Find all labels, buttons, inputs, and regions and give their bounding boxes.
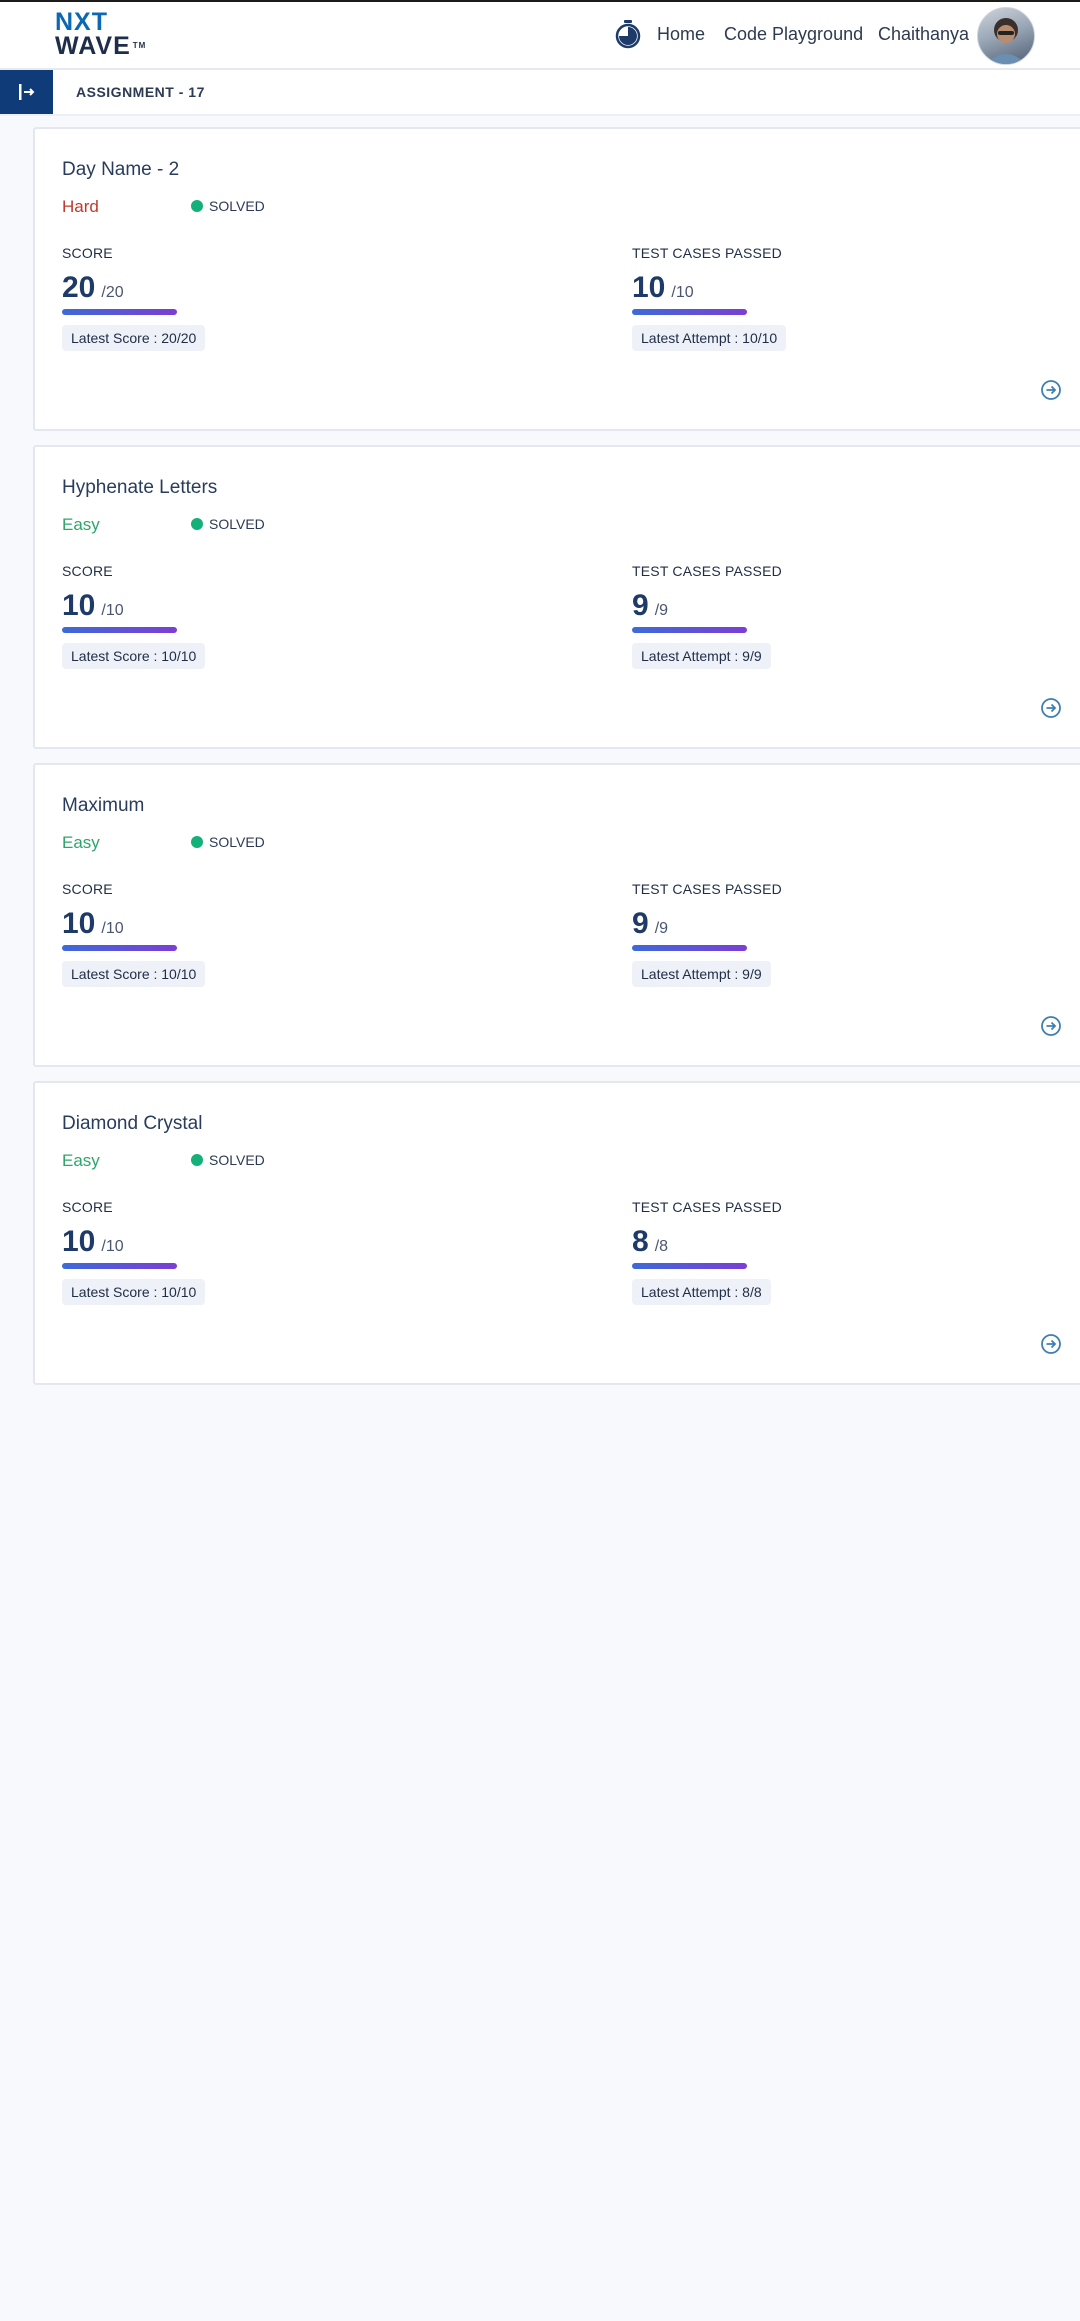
score-total: /10 [101, 602, 124, 619]
latest-attempt-chip: Latest Attempt : 9/9 [632, 643, 771, 669]
question-title: Hyphenate Letters [62, 477, 218, 498]
question-title: Maximum [62, 795, 145, 816]
score-metric: SCORE 10/10 Latest Score : 10/10 [62, 881, 362, 991]
status-text: SOLVED [209, 1152, 265, 1168]
score-total: /10 [101, 1238, 124, 1255]
question-title: Day Name - 2 [62, 159, 180, 180]
test-cases-progress-bar [632, 309, 747, 315]
status-badge: SOLVED [191, 1152, 265, 1168]
score-progress-bar [62, 1263, 177, 1269]
sidebar-toggle-icon [18, 84, 34, 100]
timer-icon[interactable] [614, 19, 642, 49]
score-label: SCORE [62, 881, 113, 897]
difficulty-label: Hard [62, 197, 99, 216]
score-value-row: 20/20 [62, 271, 362, 307]
test-cases-value-row: 8/8 [632, 1225, 932, 1261]
difficulty-label: Easy [62, 515, 100, 534]
nav-link-home[interactable]: Home [657, 24, 705, 45]
nav-user-name[interactable]: Chaithanya [878, 24, 969, 45]
test-cases-value: 9 [632, 907, 649, 940]
logo-text-nxt: NXT [55, 8, 108, 36]
arrow-right-circle-icon[interactable] [1040, 1333, 1062, 1355]
status-text: SOLVED [209, 198, 265, 214]
test-cases-metric: TEST CASES PASSED 10/10 Latest Attempt :… [632, 245, 932, 355]
status-text: SOLVED [209, 516, 265, 532]
score-metric: SCORE 20/20 Latest Score : 20/20 [62, 245, 362, 355]
nav-link-code-playground[interactable]: Code Playground [724, 24, 863, 45]
arrow-right-circle-icon[interactable] [1040, 379, 1062, 401]
latest-attempt-chip: Latest Attempt : 10/10 [632, 325, 787, 351]
test-cases-label: TEST CASES PASSED [632, 1199, 782, 1215]
score-value: 10 [62, 589, 96, 622]
latest-score-chip: Latest Score : 10/10 [62, 961, 206, 987]
status-text: SOLVED [209, 834, 265, 850]
latest-score-chip: Latest Score : 10/10 [62, 643, 206, 669]
score-total: /10 [101, 920, 124, 937]
assignment-header-bar: ASSIGNMENT - 17 [0, 70, 1080, 116]
sidebar-toggle-button[interactable] [0, 70, 53, 114]
question-card[interactable]: Diamond Crystal Easy SOLVED SCORE 10/10 … [33, 1081, 1080, 1385]
status-dot-icon [191, 1154, 203, 1166]
test-cases-metric: TEST CASES PASSED 9/9 Latest Attempt : 9… [632, 881, 932, 991]
test-cases-value-row: 10/10 [632, 271, 932, 307]
score-label: SCORE [62, 563, 113, 579]
assignment-title: ASSIGNMENT - 17 [76, 84, 205, 100]
difficulty-label: Easy [62, 1151, 100, 1170]
score-value: 20 [62, 271, 96, 304]
test-cases-total: /9 [654, 920, 669, 937]
score-progress-bar [62, 945, 177, 951]
score-progress-bar [62, 309, 177, 315]
logo-text-wave: WAVE [55, 32, 131, 60]
latest-score-chip: Latest Score : 10/10 [62, 1279, 206, 1305]
test-cases-label: TEST CASES PASSED [632, 245, 782, 261]
latest-score-chip: Latest Score : 20/20 [62, 325, 206, 351]
status-badge: SOLVED [191, 198, 265, 214]
test-cases-total: /8 [654, 1238, 669, 1255]
status-dot-icon [191, 200, 203, 212]
test-cases-total: /9 [654, 602, 669, 619]
question-card[interactable]: Day Name - 2 Hard SOLVED SCORE 20/20 Lat… [33, 127, 1080, 431]
test-cases-value: 9 [632, 589, 649, 622]
score-metric: SCORE 10/10 Latest Score : 10/10 [62, 1199, 362, 1309]
nxtwave-logo[interactable]: NXT WAVE TM [55, 10, 145, 60]
test-cases-value: 8 [632, 1225, 649, 1258]
avatar[interactable] [977, 7, 1035, 65]
score-label: SCORE [62, 245, 113, 261]
score-value-row: 10/10 [62, 907, 362, 943]
test-cases-value-row: 9/9 [632, 907, 932, 943]
latest-attempt-chip: Latest Attempt : 9/9 [632, 961, 771, 987]
navbar: NXT WAVE TM Home Code Playground Chaithan… [0, 2, 1080, 70]
test-cases-label: TEST CASES PASSED [632, 563, 782, 579]
test-cases-value-row: 9/9 [632, 589, 932, 625]
score-progress-bar [62, 627, 177, 633]
question-card[interactable]: Maximum Easy SOLVED SCORE 10/10 Latest S… [33, 763, 1080, 1067]
score-value: 10 [62, 907, 96, 940]
status-dot-icon [191, 518, 203, 530]
latest-attempt-chip: Latest Attempt : 8/8 [632, 1279, 771, 1305]
status-dot-icon [191, 836, 203, 848]
question-title: Diamond Crystal [62, 1113, 203, 1134]
score-value-row: 10/10 [62, 1225, 362, 1261]
test-cases-progress-bar [632, 627, 747, 633]
score-label: SCORE [62, 1199, 113, 1215]
score-metric: SCORE 10/10 Latest Score : 10/10 [62, 563, 362, 673]
score-value-row: 10/10 [62, 589, 362, 625]
status-badge: SOLVED [191, 834, 265, 850]
test-cases-metric: TEST CASES PASSED 8/8 Latest Attempt : 8… [632, 1199, 932, 1309]
logo-text-wave-row: WAVE TM [55, 32, 147, 60]
score-total: /20 [101, 284, 124, 301]
test-cases-progress-bar [632, 1263, 747, 1269]
test-cases-metric: TEST CASES PASSED 9/9 Latest Attempt : 9… [632, 563, 932, 673]
arrow-right-circle-icon[interactable] [1040, 1015, 1062, 1037]
status-badge: SOLVED [191, 516, 265, 532]
score-value: 10 [62, 1225, 96, 1258]
test-cases-value: 10 [632, 271, 666, 304]
question-card[interactable]: Hyphenate Letters Easy SOLVED SCORE 10/1… [33, 445, 1080, 749]
test-cases-label: TEST CASES PASSED [632, 881, 782, 897]
logo-tm: TM [132, 41, 147, 50]
test-cases-progress-bar [632, 945, 747, 951]
arrow-right-circle-icon[interactable] [1040, 697, 1062, 719]
difficulty-label: Easy [62, 833, 100, 852]
test-cases-total: /10 [671, 284, 694, 301]
